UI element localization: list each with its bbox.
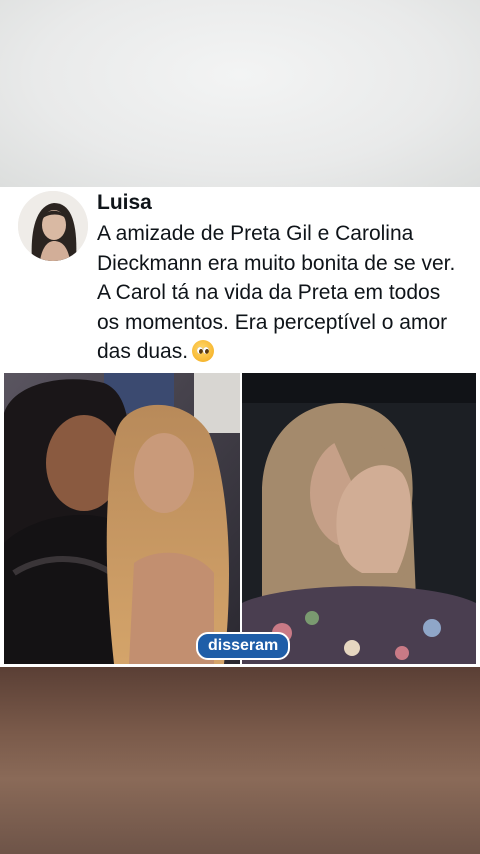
bottom-blurred-background bbox=[0, 667, 480, 854]
post-text: A amizade de Preta Gil e Carolina Dieckm… bbox=[97, 219, 465, 367]
avatar[interactable] bbox=[18, 191, 88, 261]
post-body: A amizade de Preta Gil e Carolina Dieckm… bbox=[97, 222, 456, 363]
watermark-badge: disseram bbox=[196, 632, 291, 660]
photo-left bbox=[4, 373, 240, 664]
post-image[interactable] bbox=[4, 373, 476, 664]
photo-right bbox=[242, 373, 476, 664]
post-card: Luisa A amizade de Preta Gil e Carolina … bbox=[0, 187, 480, 667]
author-name[interactable]: Luisa bbox=[97, 191, 152, 215]
top-blurred-background bbox=[0, 0, 480, 187]
pleading-face-icon bbox=[192, 340, 215, 362]
